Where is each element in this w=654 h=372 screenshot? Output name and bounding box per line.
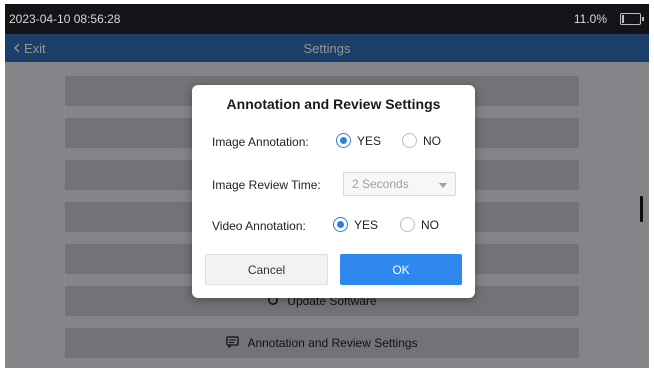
option-label: NO: [421, 217, 439, 232]
video-annotation-label: Video Annotation:: [212, 219, 306, 233]
image-review-time-label: Image Review Time:: [212, 178, 321, 192]
radio-unchecked-icon: [402, 133, 417, 148]
battery-percent: 11.0%: [573, 12, 607, 26]
device-screen: 2023-04-10 08:56:28 11.0% Exit Settings …: [5, 4, 649, 368]
option-label: NO: [423, 133, 441, 148]
status-datetime: 2023-04-10 08:56:28: [9, 12, 121, 26]
image-annotation-label: Image Annotation:: [212, 135, 309, 149]
image-annotation-no-option[interactable]: NO: [402, 133, 441, 148]
status-bar: 2023-04-10 08:56:28 11.0%: [5, 4, 649, 34]
battery-icon: [620, 13, 644, 25]
video-annotation-yes-option[interactable]: YES: [333, 217, 378, 232]
option-label: YES: [357, 133, 382, 148]
select-value: 2 Seconds: [352, 177, 409, 191]
ok-button[interactable]: OK: [340, 254, 462, 285]
option-label: YES: [354, 217, 379, 232]
caret-down-icon: [439, 177, 447, 191]
radio-checked-icon: [336, 133, 351, 148]
image-annotation-yes-option[interactable]: YES: [336, 133, 381, 148]
radio-unchecked-icon: [400, 217, 415, 232]
video-annotation-no-option[interactable]: NO: [400, 217, 439, 232]
radio-checked-icon: [333, 217, 348, 232]
dialog-title: Annotation and Review Settings: [226, 96, 441, 112]
annotation-review-dialog: Annotation and Review Settings Image Ann…: [192, 85, 475, 298]
image-review-time-select[interactable]: 2 Seconds: [343, 172, 456, 196]
cancel-button[interactable]: Cancel: [205, 254, 328, 285]
